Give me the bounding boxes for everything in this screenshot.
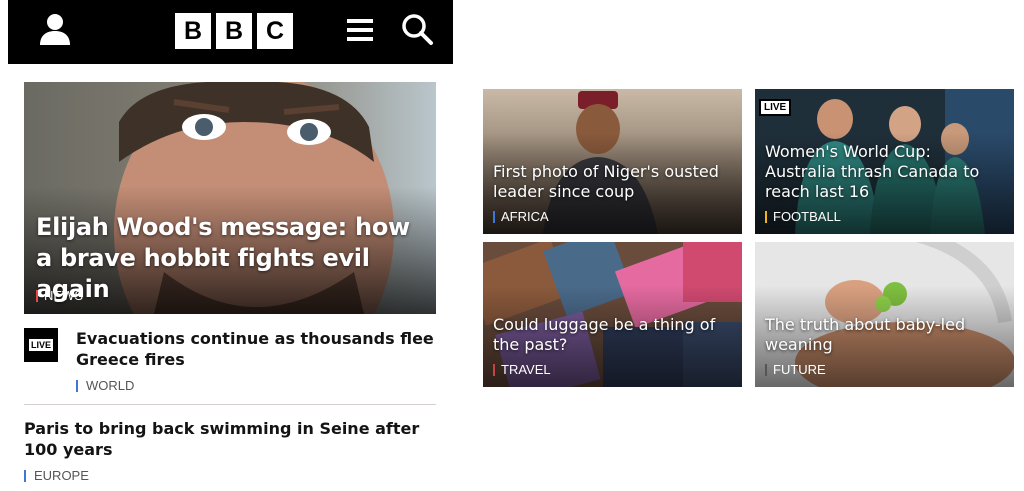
tag-label: EUROPE [34,468,89,483]
tag-label: AFRICA [501,209,549,224]
tag-marker [76,379,78,392]
divider [24,404,436,405]
tag-marker [765,363,767,376]
hero-headline[interactable]: Elijah Wood's message: how a brave hobbi… [36,212,428,305]
story-card[interactable]: LIVE Women's World Cup: Australia thrash… [755,89,1014,234]
top-nav-bar: B B C [8,0,453,64]
user-icon[interactable] [38,12,72,46]
tag-marker [765,210,767,223]
story-tag[interactable]: WORLD [76,378,134,393]
card-headline[interactable]: The truth about baby-led weaning [765,315,1005,355]
live-badge: LIVE [759,99,792,116]
card-headline[interactable]: Women's World Cup: Australia thrash Cana… [765,142,1005,202]
tag-label: TRAVEL [501,362,551,377]
tag-marker [493,210,495,223]
card-tag[interactable]: TRAVEL [493,362,551,377]
story-headline[interactable]: Paris to bring back swimming in Seine af… [24,418,436,460]
tag-label: WORLD [86,378,135,393]
tag-label: FOOTBALL [773,209,841,224]
live-badge: LIVE [24,328,58,362]
card-headline[interactable]: Could luggage be a thing of the past? [493,315,733,355]
tag-label: FUTURE [773,362,826,377]
card-tag[interactable]: AFRICA [493,209,549,224]
card-tag[interactable]: FUTURE [765,362,826,377]
hero-tag[interactable]: NEWS [36,288,83,303]
live-badge-label: LIVE [28,339,53,351]
tag-label: NEWS [44,288,83,303]
logo-letter: B [175,13,211,49]
hero-story[interactable]: Elijah Wood's message: how a brave hobbi… [24,82,436,314]
bbc-logo[interactable]: B B C [175,13,293,49]
card-tag[interactable]: FOOTBALL [765,209,841,224]
search-icon[interactable] [400,12,434,46]
tag-marker [493,363,495,376]
logo-letter: B [216,13,252,49]
logo-letter: C [257,13,293,49]
story-tag[interactable]: EUROPE [24,468,89,483]
menu-icon[interactable] [346,17,374,43]
tag-marker [24,469,26,482]
story-headline[interactable]: Evacuations continue as thousands flee G… [76,328,436,370]
story-card[interactable]: The truth about baby-led weaning FUTURE [755,242,1014,387]
tag-marker [36,289,38,302]
card-headline[interactable]: First photo of Niger's ousted leader sin… [493,162,733,202]
story-card[interactable]: Could luggage be a thing of the past? TR… [483,242,742,387]
story-card[interactable]: First photo of Niger's ousted leader sin… [483,89,742,234]
